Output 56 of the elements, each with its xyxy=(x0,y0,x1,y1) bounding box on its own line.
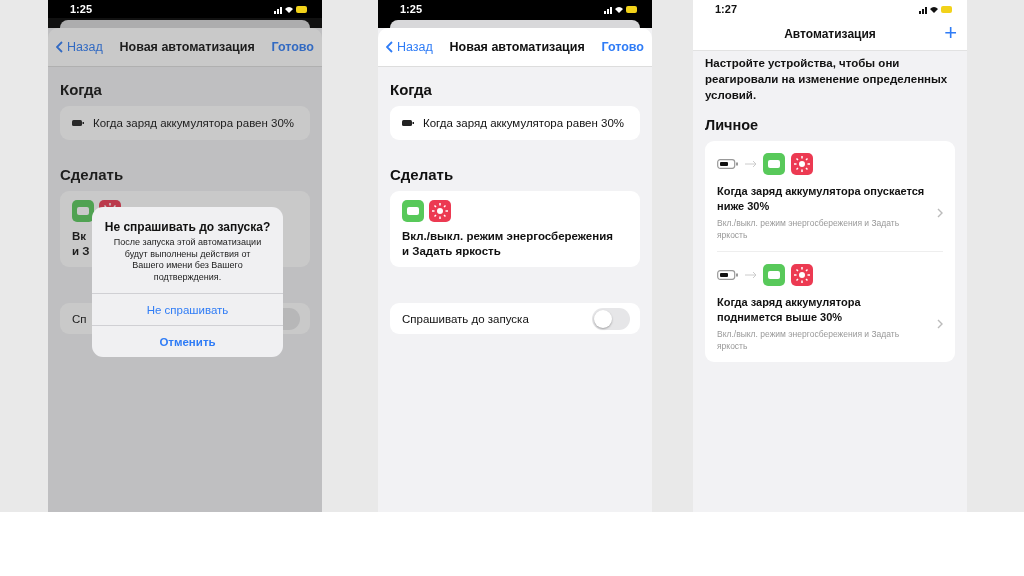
screen-title: Новая автоматизация xyxy=(119,40,255,54)
intro-text: Настройте устройства, чтобы они реагировали на изменение определенных условий. xyxy=(705,56,949,103)
toggle-switch[interactable] xyxy=(592,307,630,330)
alert-button[interactable]: Отменить xyxy=(92,325,283,357)
item-subtitle: Вкл./выкл. режим энергосбережения и Задать яркость xyxy=(717,328,901,352)
item-title: Когда заряд аккумулятора опускается ниже 30% xyxy=(717,184,926,214)
chevron-icon xyxy=(56,41,63,53)
battery-icon xyxy=(717,159,739,169)
action-text: Вкл./выкл. режим энергосбережения xyxy=(402,229,613,244)
trigger-card[interactable]: Когда заряд аккумулятора равен 30% xyxy=(60,106,310,140)
done-button[interactable]: Готово xyxy=(601,40,644,54)
toggle-label: Сп xyxy=(72,312,87,325)
automation-item[interactable]: Когда заряд аккумулятора опускается ниже 30% Вкл./выкл. режим энергосбережения и Задать яркость xyxy=(717,141,943,251)
status-time: 1:25 xyxy=(400,3,423,15)
item-subtitle: Вкл./выкл. режим энергосбережения и Задать яркость xyxy=(717,217,901,241)
brightness-icon xyxy=(429,200,451,222)
alert-button[interactable]: Не спрашивать xyxy=(92,293,283,325)
alert-title: Не спрашивать до запуска? xyxy=(104,220,271,234)
toggle-label: Спрашивать до запуска xyxy=(402,312,529,325)
section-header: Сделать xyxy=(60,166,125,183)
section-header: Сделать xyxy=(390,166,455,183)
trigger-card[interactable]: Когда заряд аккумулятора равен 30% xyxy=(390,106,640,140)
done-button[interactable]: Готово xyxy=(271,40,314,54)
section-header: Личное xyxy=(705,117,760,133)
power-saving-icon xyxy=(72,200,94,222)
status-time: 1:27 xyxy=(715,3,738,15)
action-text: и Задать яркость xyxy=(402,244,501,259)
status-icons xyxy=(919,4,953,14)
action-text: Вк xyxy=(72,229,87,244)
arrow-icon xyxy=(745,160,757,168)
chevron-icon xyxy=(386,41,393,53)
battery-icon xyxy=(717,270,739,280)
automation-item[interactable]: Когда заряд аккумулятора поднимется выше 30% Вкл./выкл. режим энергосбережения и Задать яркость xyxy=(717,251,943,362)
action-text: и З xyxy=(72,244,90,259)
arrow-icon xyxy=(745,271,757,279)
status-time: 1:25 xyxy=(70,3,93,15)
power-saving-icon xyxy=(402,200,424,222)
action-card[interactable]: Вкл./выкл. режим энергосбережения и Задать яркость xyxy=(390,191,640,267)
brightness-icon xyxy=(791,153,813,175)
power-saving-icon xyxy=(763,153,785,175)
chevron-icon xyxy=(937,207,943,218)
section-header: Когда xyxy=(390,81,433,98)
add-button[interactable]: + xyxy=(944,21,957,45)
back-button[interactable]: Назад xyxy=(386,40,433,54)
item-title: Когда заряд аккумулятора поднимется выше 30% xyxy=(717,295,862,325)
chevron-icon xyxy=(937,318,943,329)
status-icons xyxy=(604,4,638,14)
section-header: Когда xyxy=(60,81,103,98)
status-icons xyxy=(274,4,308,14)
battery-icon xyxy=(402,120,414,126)
back-button[interactable]: Назад xyxy=(56,40,103,54)
screen-title: Новая автоматизация xyxy=(449,40,585,54)
battery-icon xyxy=(72,120,84,126)
power-saving-icon xyxy=(763,264,785,286)
brightness-icon xyxy=(791,264,813,286)
screen-title: Автоматизация xyxy=(784,27,876,41)
